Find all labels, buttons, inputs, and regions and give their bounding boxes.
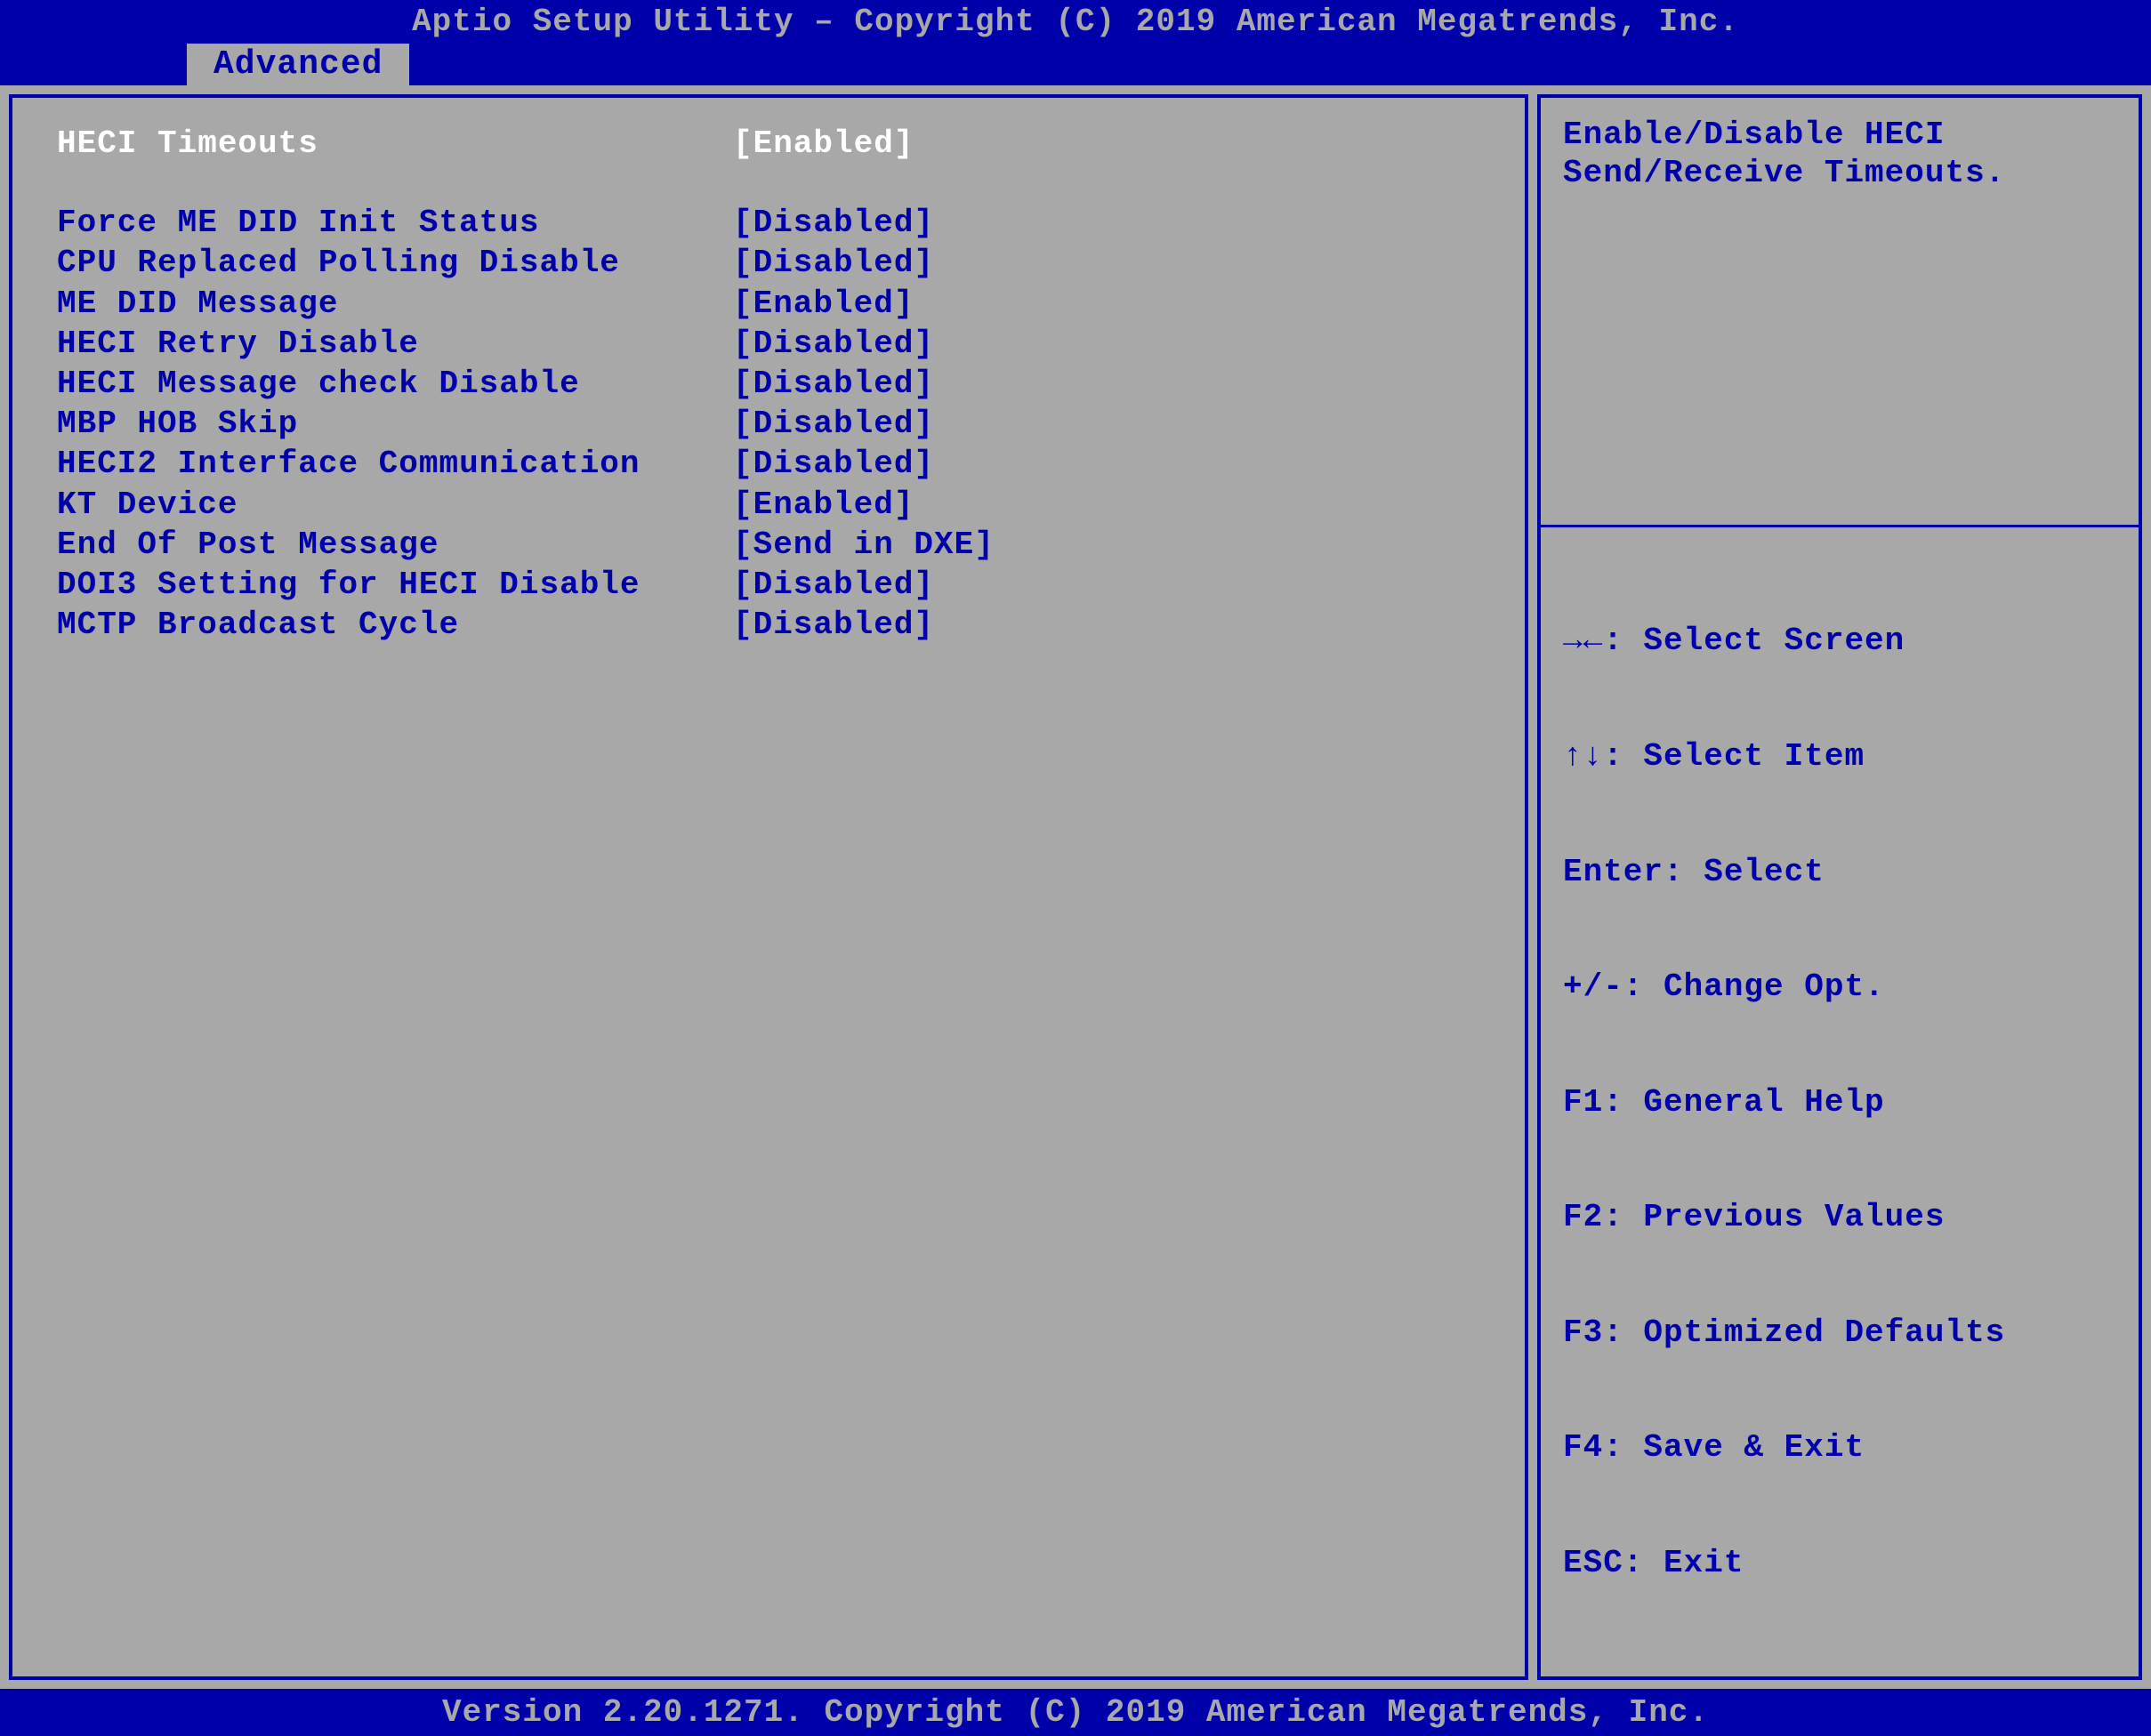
setting-value: [Enabled]	[733, 486, 914, 524]
setting-value: [Disabled]	[733, 204, 934, 242]
setting-value: [Disabled]	[733, 325, 934, 363]
setting-value: [Enabled]	[733, 285, 914, 323]
setting-label: HECI2 Interface Communication	[57, 445, 733, 483]
setting-doi3-heci-disable[interactable]: DOI3 Setting for HECI Disable [Disabled]	[57, 566, 1480, 604]
setting-heci-timeouts[interactable]: HECI Timeouts [Enabled]	[57, 125, 1480, 163]
setting-label: HECI Timeouts	[57, 125, 733, 163]
tab-advanced[interactable]: Advanced	[187, 44, 409, 85]
content-area: HECI Timeouts [Enabled] Force ME DID Ini…	[0, 85, 2151, 1689]
legend-save-exit: F4: Save & Exit	[1563, 1428, 2116, 1467]
setting-value: [Disabled]	[733, 566, 934, 604]
setting-mctp-broadcast[interactable]: MCTP Broadcast Cycle [Disabled]	[57, 606, 1480, 644]
setting-label: MBP HOB Skip	[57, 405, 733, 443]
legend-optimized-defaults: F3: Optimized Defaults	[1563, 1314, 2116, 1352]
setting-label: CPU Replaced Polling Disable	[57, 244, 733, 282]
help-line: Enable/Disable HECI	[1563, 116, 2116, 154]
setting-label: ME DID Message	[57, 285, 733, 323]
setting-end-of-post[interactable]: End Of Post Message [Send in DXE]	[57, 526, 1480, 564]
setting-kt-device[interactable]: KT Device [Enabled]	[57, 486, 1480, 524]
help-line: Send/Receive Timeouts.	[1563, 154, 2116, 192]
help-text: Enable/Disable HECI Send/Receive Timeout…	[1541, 98, 2139, 525]
setting-value: [Send in DXE]	[733, 526, 995, 564]
legend-general-help: F1: General Help	[1563, 1083, 2116, 1121]
setting-me-did-message[interactable]: ME DID Message [Enabled]	[57, 285, 1480, 323]
legend-esc-exit: ESC: Exit	[1563, 1544, 2116, 1582]
main-settings-panel[interactable]: HECI Timeouts [Enabled] Force ME DID Ini…	[9, 94, 1528, 1680]
setting-value: [Disabled]	[733, 365, 934, 403]
setting-value: [Disabled]	[733, 244, 934, 282]
bios-screen: Aptio Setup Utility – Copyright (C) 2019…	[0, 0, 2151, 1199]
legend-change-opt: +/-: Change Opt.	[1563, 968, 2116, 1006]
setting-value: [Disabled]	[733, 606, 934, 644]
legend-select-item: ↑↓: Select Item	[1563, 737, 2116, 776]
setting-value: [Disabled]	[733, 445, 934, 483]
header-bar: Aptio Setup Utility – Copyright (C) 2019…	[0, 0, 2151, 44]
setting-heci-retry-disable[interactable]: HECI Retry Disable [Disabled]	[57, 325, 1480, 363]
tab-bar: Advanced	[0, 44, 2151, 85]
key-legend: →←: Select Screen ↑↓: Select Item Enter:…	[1541, 527, 2139, 1676]
setting-value: [Enabled]	[733, 125, 914, 163]
setting-mbp-hob-skip[interactable]: MBP HOB Skip [Disabled]	[57, 405, 1480, 443]
setting-label: KT Device	[57, 486, 733, 524]
setting-heci-message-check[interactable]: HECI Message check Disable [Disabled]	[57, 365, 1480, 403]
tab-label: Advanced	[213, 45, 383, 84]
setting-force-me-did[interactable]: Force ME DID Init Status [Disabled]	[57, 204, 1480, 242]
setting-heci2-interface[interactable]: HECI2 Interface Communication [Disabled]	[57, 445, 1480, 483]
footer-bar: Version 2.20.1271. Copyright (C) 2019 Am…	[0, 1689, 2151, 1736]
legend-enter-select: Enter: Select	[1563, 853, 2116, 891]
setting-value: [Disabled]	[733, 405, 934, 443]
side-panel: Enable/Disable HECI Send/Receive Timeout…	[1537, 94, 2142, 1680]
setting-label: MCTP Broadcast Cycle	[57, 606, 733, 644]
setting-label: DOI3 Setting for HECI Disable	[57, 566, 733, 604]
setting-cpu-replaced-polling[interactable]: CPU Replaced Polling Disable [Disabled]	[57, 244, 1480, 282]
setting-label: HECI Retry Disable	[57, 325, 733, 363]
footer-text: Version 2.20.1271. Copyright (C) 2019 Am…	[442, 1694, 1709, 1731]
setting-label: Force ME DID Init Status	[57, 204, 733, 242]
legend-select-screen: →←: Select Screen	[1563, 622, 2116, 660]
spacer	[57, 165, 1480, 204]
setting-label: End Of Post Message	[57, 526, 733, 564]
header-title: Aptio Setup Utility – Copyright (C) 2019…	[412, 4, 1739, 40]
setting-label: HECI Message check Disable	[57, 365, 733, 403]
legend-previous-values: F2: Previous Values	[1563, 1198, 2116, 1236]
